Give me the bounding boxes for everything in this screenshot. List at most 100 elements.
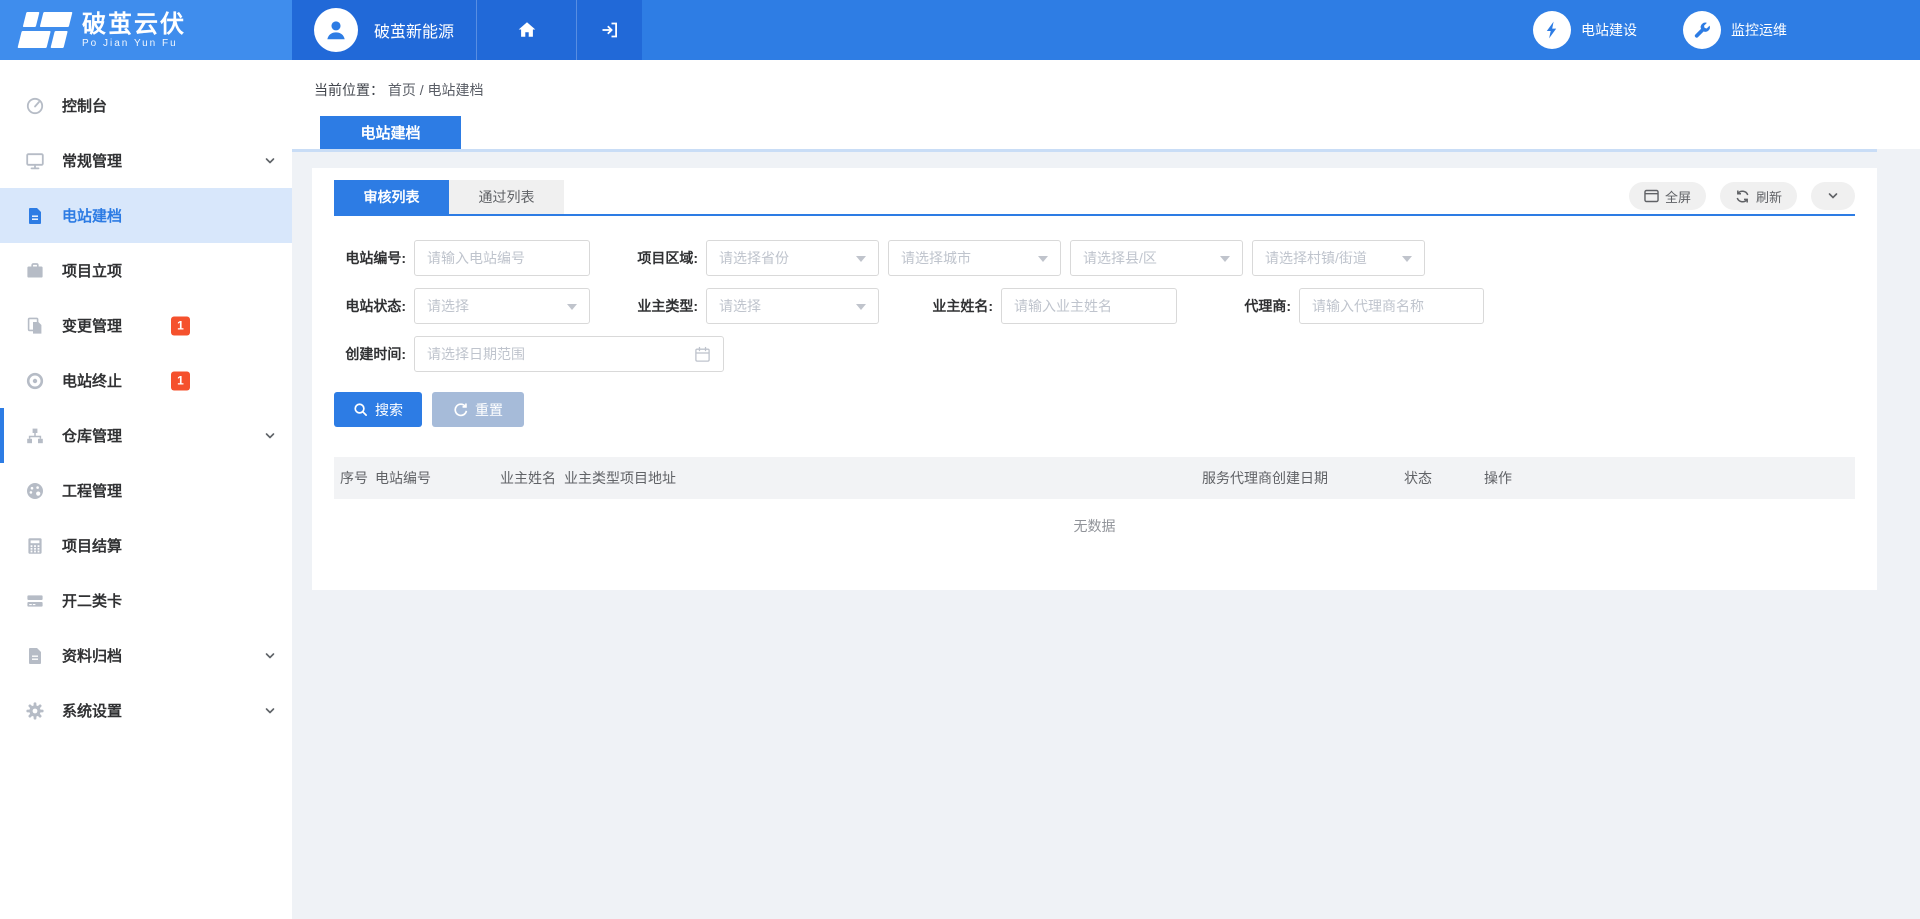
search-button[interactable]: 搜索 [334,392,422,427]
header-spacer [642,0,1533,60]
station-status-label: 电站状态: [334,296,406,316]
nav-label: 监控运维 [1731,20,1787,40]
brand-text: 破茧云伏 Po Jian Yun Fu [82,12,186,49]
sidebar-item-station-termination[interactable]: 电站终止 1 [0,353,292,408]
fullscreen-button[interactable]: 全屏 [1629,182,1706,210]
notification-badge: 1 [171,371,190,390]
home-icon [516,19,538,41]
copy-icon [25,316,45,336]
sitemap-icon [25,426,45,446]
sidebar-item-system-settings[interactable]: 系统设置 [0,683,292,738]
sidebar-item-label: 系统设置 [62,700,122,721]
dashboard-icon [25,96,45,116]
palette-icon [25,481,45,501]
tab-review-list[interactable]: 审核列表 [334,180,449,214]
col-service-agent: 服务代理商 [1202,468,1272,488]
document-icon [25,206,45,226]
col-project-address: 项目地址 [620,468,1202,488]
account-button[interactable]: 破茧新能源 [292,0,476,60]
logout-button[interactable] [576,0,642,60]
sidebar-item-label: 工程管理 [62,480,122,501]
sidebar-item-console[interactable]: 控制台 [0,78,292,133]
sidebar-item-engineering-management[interactable]: 工程管理 [0,463,292,518]
province-select[interactable]: 请选择省份 [706,240,879,276]
brand-logo-icon [18,12,73,48]
calendar-icon [694,346,711,363]
chevron-down-icon [1826,189,1840,203]
tab-approved-list[interactable]: 通过列表 [449,180,564,214]
empty-table-message: 无数据 [334,499,1855,542]
card-icon [25,591,45,611]
sidebar-item-change-management[interactable]: 变更管理 1 [0,298,292,353]
filter-actions: 搜索 重置 [334,392,1855,427]
brand-area: 破茧云伏 Po Jian Yun Fu [0,0,292,60]
filter-row-3: 创建时间: [334,336,1855,372]
district-select[interactable]: 请选择县/区 [1070,240,1243,276]
breadcrumb-path: 首页 / 电站建档 [388,82,484,98]
logout-icon [599,19,621,41]
city-select[interactable]: 请选择城市 [888,240,1061,276]
nav-monitoring-ops[interactable]: 监控运维 [1683,11,1787,49]
col-owner-type: 业主类型 [564,468,620,488]
station-status-select[interactable]: 请选择 [414,288,590,324]
avatar [314,8,358,52]
filter-form: 电站编号: 项目区域: 请选择省份 请选择城市 请选择县/区 [334,216,1855,372]
sidebar-item-station-filing[interactable]: 电站建档 [0,188,292,243]
home-button[interactable] [476,0,576,60]
col-actions: 操作 [1484,468,1855,488]
refresh-label: 刷新 [1756,187,1782,206]
reset-label: 重置 [475,400,503,420]
sidebar-item-label: 项目结算 [62,535,122,556]
brand-tagline: Po Jian Yun Fu [82,38,186,49]
agent-label: 代理商: [1219,296,1291,316]
lightning-icon [1533,11,1571,49]
search-icon [353,402,368,417]
col-station-no: 电站编号 [375,468,500,488]
spacer [292,152,1920,168]
brand-name: 破茧云伏 [82,12,186,38]
owner-name-input[interactable] [1001,288,1177,324]
header-account-band: 破茧新能源 [292,0,642,60]
sidebar-item-data-archive[interactable]: 资料归档 [0,628,292,683]
archive-icon [25,646,45,666]
sidebar-item-project-settlement[interactable]: 项目结算 [0,518,292,573]
page-tab-station-filing[interactable]: 电站建档 [320,116,461,149]
sidebar-item-label: 电站建档 [62,205,122,226]
date-range-picker[interactable] [414,336,724,372]
monitor-icon [25,151,45,171]
sidebar-item-label: 常规管理 [62,150,122,171]
caret-down-icon [856,256,866,267]
town-select[interactable]: 请选择村镇/街道 [1252,240,1425,276]
station-status-value: 请选择 [427,296,469,316]
reset-button[interactable]: 重置 [432,392,524,427]
created-time-label: 创建时间: [334,344,406,364]
panel-toolbar: 全屏 刷新 [1629,182,1855,214]
filter-row-1: 电站编号: 项目区域: 请选择省份 请选择城市 请选择县/区 [334,240,1855,276]
sidebar-item-project-initiation[interactable]: 项目立项 [0,243,292,298]
caret-down-icon [1220,256,1230,267]
notification-badge: 1 [171,316,190,335]
col-owner-name: 业主姓名 [500,468,564,488]
sidebar-item-open-class2-card[interactable]: 开二类卡 [0,573,292,628]
collapse-button[interactable] [1811,182,1855,210]
sidebar-item-general-management[interactable]: 常规管理 [0,133,292,188]
user-icon [323,17,349,43]
wrench-icon [1683,11,1721,49]
sidebar-item-warehouse-management[interactable]: 仓库管理 [0,408,292,463]
sidebar-item-label: 控制台 [62,95,107,116]
breadcrumb-strip: 当前位置： 首页 / 电站建档 电站建档 [292,60,1920,149]
content-panel: 审核列表 通过列表 全屏 刷新 [312,168,1877,590]
owner-type-value: 请选择 [719,296,761,316]
panel-header: 审核列表 通过列表 全屏 刷新 [334,180,1855,216]
agent-input[interactable] [1299,288,1484,324]
owner-type-select[interactable]: 请选择 [706,288,879,324]
fullscreen-label: 全屏 [1665,187,1691,206]
date-range-input[interactable] [427,346,694,362]
col-status: 状态 [1404,468,1484,488]
nav-station-construction[interactable]: 电站建设 [1533,11,1637,49]
top-header: 破茧云伏 Po Jian Yun Fu 破茧新能源 电站建设 [0,0,1920,60]
refresh-button[interactable]: 刷新 [1720,182,1797,210]
filter-row-2: 电站状态: 请选择 业主类型: 请选择 业主姓名: 代理商: [334,288,1855,324]
caret-down-icon [856,304,866,315]
station-no-input[interactable] [414,240,590,276]
